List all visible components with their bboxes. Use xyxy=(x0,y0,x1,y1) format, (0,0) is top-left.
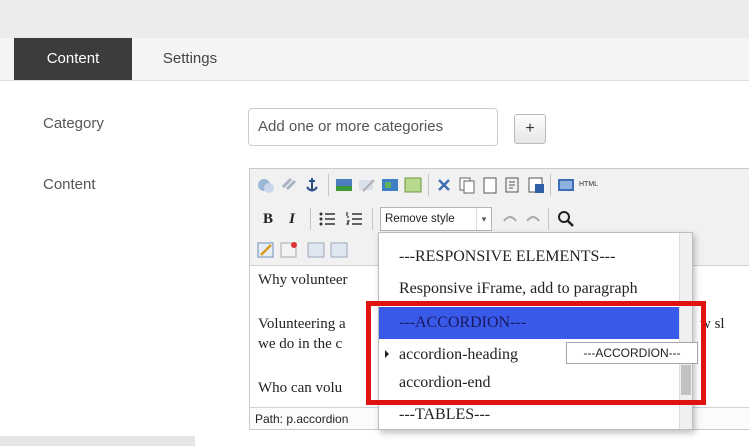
anchor-icon[interactable] xyxy=(302,175,322,195)
redo-icon[interactable] xyxy=(523,209,543,229)
styles-dropdown-value: Remove style xyxy=(385,213,455,225)
paste-icon[interactable] xyxy=(480,175,500,195)
bold-button[interactable]: B xyxy=(257,208,279,230)
html-source-button[interactable]: HTML xyxy=(579,178,607,192)
top-bar xyxy=(0,0,749,38)
editor-line: Volunteering a xyxy=(258,316,346,332)
spellcheck-icon[interactable] xyxy=(256,175,276,195)
copy-icon[interactable] xyxy=(457,175,477,195)
undo-icon[interactable] xyxy=(500,209,520,229)
category-input[interactable]: Add one or more categories xyxy=(248,108,498,146)
table-icon[interactable] xyxy=(306,240,326,260)
tab-settings[interactable]: Settings xyxy=(140,38,240,80)
tab-content[interactable]: Content xyxy=(14,38,132,80)
category-label: Category xyxy=(43,115,104,132)
add-category-button[interactable]: + xyxy=(514,114,546,144)
paste-text-icon[interactable] xyxy=(503,175,523,195)
search-icon[interactable] xyxy=(556,209,576,229)
editor-line: Who can volu xyxy=(258,380,343,396)
preview-icon[interactable] xyxy=(556,175,576,195)
editor-line: Why volunteer xyxy=(258,272,348,288)
bullet-list-icon[interactable] xyxy=(317,209,337,229)
tab-bar: Content Settings xyxy=(0,38,749,81)
table-properties-icon[interactable] xyxy=(329,240,349,260)
chevron-down-icon: ▾ xyxy=(476,208,491,230)
edit-image-icon[interactable] xyxy=(357,175,377,195)
numbered-list-icon[interactable] xyxy=(344,209,364,229)
remove-block-icon[interactable] xyxy=(279,240,299,260)
media-icon[interactable] xyxy=(380,175,400,195)
styles-dropdown[interactable]: Remove style ▾ xyxy=(380,207,492,231)
image-icon[interactable] xyxy=(334,175,354,195)
highlight-box xyxy=(366,301,706,405)
edit-block-icon[interactable] xyxy=(256,240,276,260)
editor-line: we do in the c xyxy=(258,336,343,352)
template-icon[interactable] xyxy=(403,175,423,195)
italic-button[interactable]: I xyxy=(281,208,303,230)
link-icon[interactable] xyxy=(279,175,299,195)
menu-item-responsive-heading[interactable]: ---RESPONSIVE ELEMENTS--- xyxy=(379,241,679,273)
content-label: Content xyxy=(43,176,96,193)
bottom-strip xyxy=(0,436,195,446)
paste-word-icon[interactable] xyxy=(526,175,546,195)
cut-icon[interactable] xyxy=(434,175,454,195)
